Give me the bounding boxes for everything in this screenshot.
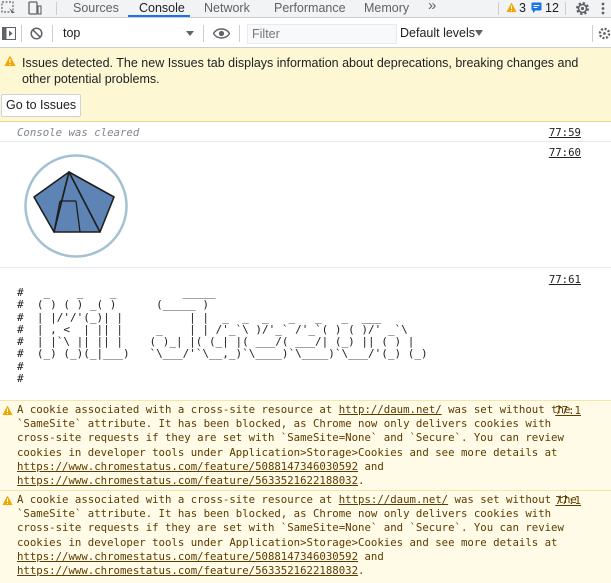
inspect-element-icon[interactable] bbox=[1, 1, 17, 15]
source-link[interactable]: 77:60 bbox=[549, 146, 581, 159]
more-tabs-button[interactable]: » bbox=[428, 0, 436, 15]
tab-performance[interactable]: Performance bbox=[274, 0, 346, 17]
warning-text: A cookie associated with a cross-site re… bbox=[17, 493, 584, 578]
log-levels-dropdown[interactable]: Default levels bbox=[400, 26, 475, 40]
warning-badge-icon bbox=[506, 2, 517, 12]
active-tab-indicator bbox=[128, 15, 190, 17]
go-to-issues-button[interactable]: Go to Issues bbox=[1, 94, 82, 117]
toolbar-divider bbox=[21, 25, 22, 42]
settings-gear-icon[interactable] bbox=[575, 1, 590, 15]
ascii-art-message: # _ _ _ _____ # ( ) ( ) _( ) (_____ ) # … bbox=[17, 286, 428, 386]
console-settings-gear-icon[interactable] bbox=[598, 27, 611, 40]
link[interactable]: https://www.chromestatus.com/feature/508… bbox=[17, 550, 358, 563]
link[interactable]: http://daum.net/ bbox=[339, 403, 442, 416]
console-message-logo: 77:60 bbox=[0, 142, 611, 268]
context-selector-value[interactable]: top bbox=[63, 26, 80, 40]
issues-banner-message: Issues detected. The new Issues tab disp… bbox=[22, 56, 579, 86]
devtools-tab-bar: Sources Console Network Performance Memo… bbox=[0, 0, 611, 18]
filter-input[interactable] bbox=[247, 24, 397, 44]
toolbar-divider bbox=[592, 25, 593, 42]
link[interactable]: https://www.chromestatus.com/feature/563… bbox=[17, 474, 358, 487]
link[interactable]: https://www.chromestatus.com/feature/508… bbox=[17, 460, 358, 473]
device-toolbar-icon[interactable] bbox=[28, 1, 42, 15]
show-sidebar-icon[interactable] bbox=[2, 27, 16, 40]
link[interactable]: https://daum.net/ bbox=[339, 493, 448, 506]
tab-network[interactable]: Network bbox=[204, 0, 250, 17]
console-toolbar: top Default levels bbox=[0, 21, 611, 48]
toolbar-divider bbox=[239, 25, 240, 42]
origami-boat-logo-icon bbox=[24, 154, 128, 258]
clear-console-icon[interactable] bbox=[30, 27, 43, 40]
source-link[interactable]: 77:59 bbox=[549, 126, 581, 139]
tab-memory[interactable]: Memory bbox=[364, 0, 409, 17]
toolbar-divider bbox=[56, 2, 57, 15]
issues-warning-icon bbox=[4, 55, 16, 66]
toolbar-divider bbox=[498, 2, 499, 15]
more-options-icon[interactable] bbox=[600, 1, 606, 15]
toolbar-divider bbox=[52, 25, 53, 42]
live-expression-eye-icon[interactable] bbox=[213, 28, 230, 39]
log-levels-chevron-icon[interactable] bbox=[475, 30, 483, 36]
tab-sources[interactable]: Sources bbox=[73, 0, 119, 17]
cookie-warning-message: 77:1 A cookie associated with a cross-si… bbox=[0, 400, 611, 490]
toolbar-divider bbox=[565, 2, 566, 15]
warning-text: A cookie associated with a cross-site re… bbox=[17, 403, 577, 488]
link[interactable]: https://www.chromestatus.com/feature/563… bbox=[17, 564, 358, 577]
warning-icon bbox=[2, 495, 13, 505]
message-badge-icon bbox=[531, 2, 542, 13]
warnings-count[interactable]: 3 bbox=[519, 0, 526, 17]
cleared-text: Console was cleared bbox=[17, 126, 140, 139]
messages-count[interactable]: 12 bbox=[545, 0, 559, 17]
console-message-cleared: Console was cleared 77:59 bbox=[0, 122, 611, 142]
context-dropdown-icon[interactable] bbox=[186, 31, 194, 36]
issues-banner: Issues detected. The new Issues tab disp… bbox=[0, 48, 611, 122]
source-link[interactable]: 77:61 bbox=[549, 273, 581, 286]
toolbar-divider bbox=[203, 25, 204, 42]
cookie-warning-message: 77:1 A cookie associated with a cross-si… bbox=[0, 490, 611, 583]
warning-icon bbox=[2, 405, 13, 415]
